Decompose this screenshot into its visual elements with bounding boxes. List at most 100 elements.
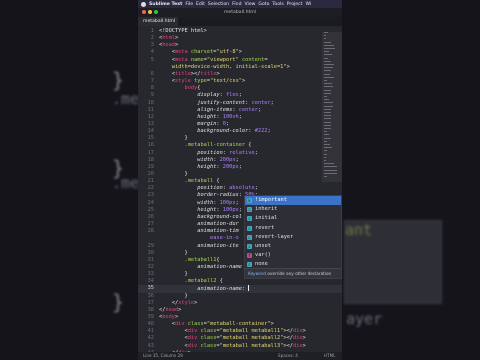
code-line[interactable]: 10 justify-content: center;	[138, 100, 342, 107]
code-token: <	[159, 335, 188, 342]
code-line[interactable]: 14 background-color: #222;	[138, 128, 342, 135]
menu-app-name[interactable]: Sublime Text	[149, 2, 182, 7]
line-number: 36	[147, 292, 154, 299]
code-token: style	[174, 78, 191, 85]
code-text: .metaball-container {	[159, 142, 252, 149]
code-line[interactable]: 4 <meta charset="utf-8">	[138, 49, 342, 56]
menu-tools[interactable]: Tools	[272, 2, 283, 7]
code-token: "metaball-container"	[206, 321, 271, 328]
code-token: 200px	[219, 156, 236, 163]
syntax-selector[interactable]: HTML	[324, 352, 335, 360]
minimap-line	[324, 163, 335, 165]
code-token: align-items	[159, 106, 233, 113]
code-line[interactable]: 7 <style type="text/css">	[138, 78, 342, 85]
code-line[interactable]: 16 .metaball-container {	[138, 142, 342, 149]
tab-metaball-html[interactable]: metaball.html	[138, 17, 178, 26]
code-line[interactable]: 34 .metaball2 {	[138, 278, 342, 285]
code-token: ;	[254, 185, 258, 192]
menu-goto[interactable]: Goto	[258, 2, 269, 7]
code-line[interactable]: 21 .metaball {	[138, 178, 342, 185]
minimize-window-button[interactable]	[148, 10, 152, 14]
line-number: 30	[147, 249, 154, 256]
code-line[interactable]: 2 <html>	[138, 35, 342, 42]
line-number: 42	[147, 335, 154, 342]
code-editor[interactable]: 1 <!DOCTYPE html> 2 <html> 3 <head> 4 <meta ch…	[138, 28, 342, 356]
menu-selection[interactable]: Selection	[208, 2, 229, 7]
code-token: .metaball1	[159, 256, 217, 263]
code-token: ;	[238, 163, 242, 170]
menu-view[interactable]: View	[245, 2, 256, 7]
code-line[interactable]: 41 <div class="metaball metaball1"></div…	[138, 328, 342, 335]
code-token: >	[178, 306, 182, 313]
zoom-window-button[interactable]	[154, 10, 158, 14]
code-text: <!DOCTYPE html>	[159, 28, 207, 35]
autocomplete-item[interactable]: c initial	[245, 214, 341, 223]
code-line[interactable]: 40 <div class="metaball-container">	[138, 321, 342, 328]
code-line[interactable]: 38 </head>	[138, 307, 342, 314]
minimap-line	[324, 112, 332, 113]
menu-project[interactable]: Project	[287, 2, 303, 7]
code-line[interactable]: 13 margin: 0;	[138, 121, 342, 128]
code-token: "viewport"	[206, 56, 239, 63]
autocomplete-item[interactable]: c inherit	[245, 205, 341, 214]
line-number: 40	[147, 321, 154, 328]
code-token: >	[241, 78, 246, 85]
autocomplete-item[interactable]: c revert-layer	[245, 233, 341, 242]
line-number: 1	[150, 28, 154, 34]
code-line[interactable]: 12 height: 100vh;	[138, 114, 342, 121]
code-text: position: relative;	[159, 150, 258, 157]
code-line[interactable]: 19 height: 200px;	[138, 164, 342, 171]
code-line[interactable]: 15 }	[138, 135, 342, 142]
code-token: charset	[190, 49, 214, 56]
code-text: animation-dur	[159, 221, 238, 228]
code-line[interactable]: 42 <div class="metaball metaball2"></div…	[138, 335, 342, 342]
code-token: ></	[283, 335, 293, 342]
line-number: 24	[147, 199, 154, 206]
menu-window[interactable]: Wi	[305, 2, 311, 7]
title-bar: metaball.html	[138, 8, 342, 17]
code-line[interactable]: 39 <body>	[138, 314, 342, 321]
tab-bar: metaball.html	[138, 17, 342, 26]
autocomplete-item[interactable]: c revert	[245, 224, 341, 233]
code-line[interactable]: 5 <meta name="viewport" content=	[138, 57, 342, 64]
menu-edit[interactable]: Edit	[196, 2, 205, 7]
code-line[interactable]: 20 }	[138, 171, 342, 178]
autocomplete-item[interactable]: c unset	[245, 242, 341, 251]
autocomplete-item[interactable]: k !important	[245, 196, 341, 206]
code-line[interactable]: 18 width: 200px;	[138, 157, 342, 164]
code-token: {	[245, 142, 252, 149]
code-token: <!DOCTYPE html>	[159, 28, 207, 34]
code-line[interactable]: 3 <head>	[138, 42, 342, 49]
code-token: height	[159, 163, 217, 170]
completion-kind-icon: k	[247, 198, 252, 203]
code-line[interactable]: 8 body{	[138, 85, 342, 92]
code-line[interactable]: 17 position: relative;	[138, 150, 342, 157]
line-number: 34	[147, 278, 154, 285]
code-line[interactable]: 43 <div class="metaball metaball3"></div…	[138, 343, 342, 350]
minimap-line	[324, 140, 327, 142]
menu-file[interactable]: File	[185, 2, 193, 7]
code-line[interactable]: 1 <!DOCTYPE html>	[138, 28, 342, 35]
line-number: 8	[150, 85, 154, 92]
code-text: ease-in-o	[159, 235, 239, 242]
menu-find[interactable]: Find	[232, 2, 241, 7]
code-line[interactable]: 35 animation-name:	[138, 285, 342, 293]
code-text: }	[159, 271, 188, 278]
autocomplete-item[interactable]: f var()	[245, 251, 341, 260]
code-line[interactable]: 22 position: absolute;	[138, 185, 342, 192]
code-line[interactable]: width=device-width, initial-scale=1">	[138, 64, 342, 71]
code-line[interactable]: 36 }	[138, 293, 342, 300]
apple-icon[interactable]	[141, 1, 146, 7]
code-token: 200px	[222, 163, 239, 170]
code-line[interactable]: 6 <title></title>	[138, 71, 342, 78]
code-line[interactable]: 9 display: flex;	[138, 92, 342, 99]
code-token: .metaball2	[159, 278, 217, 285]
minimap-line	[324, 118, 331, 120]
code-line[interactable]: 11 align-items: center;	[138, 107, 342, 114]
code-line[interactable]: 37 </style>	[138, 300, 342, 307]
minimap[interactable]	[322, 28, 342, 352]
code-text: body{	[159, 85, 201, 92]
status-bar: Line 35, Column 28 Spaces: 4 HTML	[138, 352, 342, 360]
indentation-setting[interactable]: Spaces: 4	[278, 352, 298, 360]
close-window-button[interactable]	[142, 10, 146, 14]
